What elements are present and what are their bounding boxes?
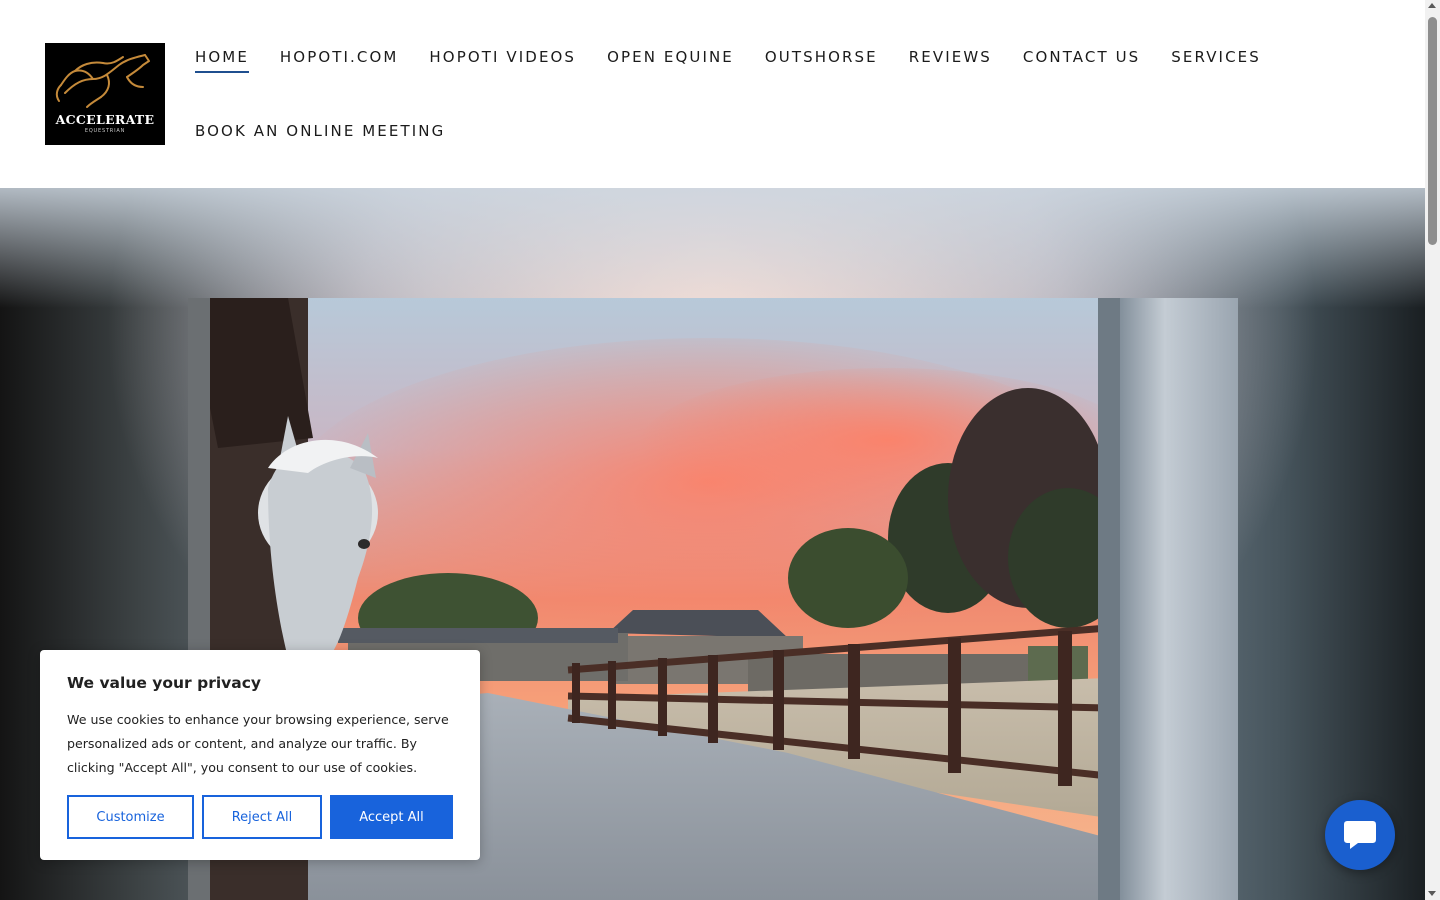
accept-all-button[interactable]: Accept All <box>330 795 453 839</box>
nav-hopoti-com[interactable]: HOPOTI.COM <box>280 46 399 68</box>
nav-reviews[interactable]: REVIEWS <box>909 46 992 68</box>
reject-all-button[interactable]: Reject All <box>202 795 322 839</box>
nav-home[interactable]: HOME <box>195 46 249 73</box>
site-header: ACCELERATE EQUESTRIAN HOME HOPOTI.COM HO… <box>0 0 1425 188</box>
brand-name: ACCELERATE <box>55 112 155 127</box>
nav-book-online-meeting[interactable]: BOOK AN ONLINE MEETING <box>195 120 445 142</box>
nav-contact-us[interactable]: CONTACT US <box>1023 46 1140 68</box>
cookie-actions: Customize Reject All Accept All <box>67 795 453 839</box>
brand-logo[interactable]: ACCELERATE EQUESTRIAN <box>45 43 165 145</box>
hero-backdrop-glow <box>0 188 1425 308</box>
nav-open-equine[interactable]: OPEN EQUINE <box>607 46 734 68</box>
nav-row-primary: HOME HOPOTI.COM HOPOTI VIDEOS OPEN EQUIN… <box>195 46 1259 73</box>
nav-services[interactable]: SERVICES <box>1171 46 1261 68</box>
nav-outshorse[interactable]: OUTSHORSE <box>765 46 878 68</box>
scroll-thumb[interactable] <box>1428 17 1437 245</box>
scroll-down-arrow-icon[interactable] <box>1428 891 1436 896</box>
chat-launcher-button[interactable] <box>1325 800 1395 870</box>
horse-logo-icon <box>55 54 150 108</box>
main-nav: HOME HOPOTI.COM HOPOTI VIDEOS OPEN EQUIN… <box>195 46 1259 142</box>
cookie-title: We value your privacy <box>67 674 262 692</box>
nav-hopoti-videos[interactable]: HOPOTI VIDEOS <box>429 46 576 68</box>
cookie-message: We use cookies to enhance your browsing … <box>67 712 449 775</box>
scroll-up-arrow-icon[interactable] <box>1428 3 1436 8</box>
cookie-consent-dialog: We value your privacy We use cookies to … <box>40 650 480 860</box>
brand-tagline: EQUESTRIAN <box>84 128 126 134</box>
nav-row-secondary: BOOK AN ONLINE MEETING <box>195 120 1255 142</box>
chat-bubble-icon <box>1344 821 1376 849</box>
customize-button[interactable]: Customize <box>67 795 194 839</box>
page-scrollbar[interactable] <box>1425 0 1440 900</box>
